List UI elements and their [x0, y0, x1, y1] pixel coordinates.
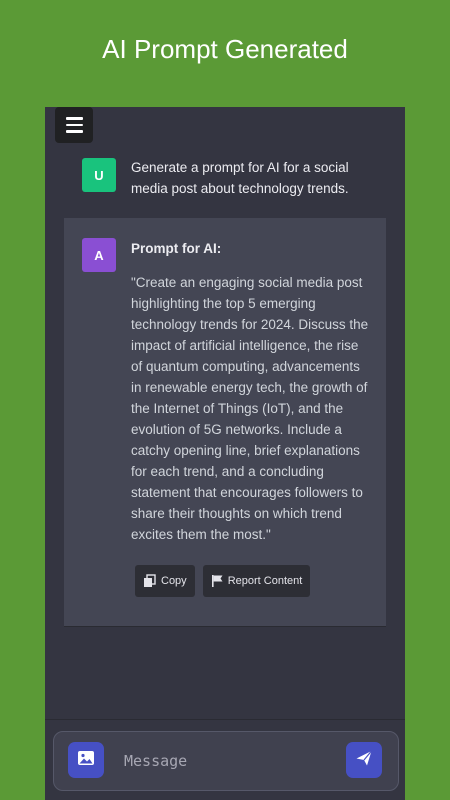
menu-button[interactable] — [55, 107, 93, 143]
send-button[interactable] — [346, 742, 382, 778]
report-label: Report Content — [227, 575, 303, 587]
copy-icon — [143, 574, 157, 588]
chat-screen: U Generate a prompt for AI for a social … — [45, 107, 405, 800]
user-message: U Generate a prompt for AI for a social … — [45, 157, 405, 213]
copy-button[interactable]: Copy — [135, 565, 195, 597]
menu-icon-bar — [65, 117, 83, 120]
image-icon — [77, 749, 95, 772]
ai-avatar: A — [82, 238, 116, 272]
menu-icon-bar — [65, 130, 83, 133]
ai-message-content: Prompt for AI: "Create an engaging socia… — [131, 238, 371, 545]
menu-icon-bar — [65, 123, 83, 127]
ai-message: A Prompt for AI: "Create an engaging soc… — [64, 218, 386, 627]
message-composer — [53, 731, 399, 791]
page-title: AI Prompt Generated — [102, 34, 348, 64]
copy-label: Copy — [161, 575, 187, 587]
send-icon — [355, 749, 373, 772]
report-content-button[interactable]: Report Content — [202, 565, 311, 597]
message-input[interactable] — [122, 748, 326, 774]
user-message-text: Generate a prompt for AI for a social me… — [131, 160, 349, 196]
composer-divider — [45, 719, 405, 720]
ai-message-heading: Prompt for AI: — [131, 241, 222, 256]
ai-message-body: "Create an engaging social media post hi… — [131, 275, 369, 542]
flag-icon — [211, 574, 224, 588]
message-actions: Copy Report Content — [135, 565, 311, 597]
attach-image-button[interactable] — [68, 742, 104, 778]
user-avatar: U — [82, 158, 116, 192]
